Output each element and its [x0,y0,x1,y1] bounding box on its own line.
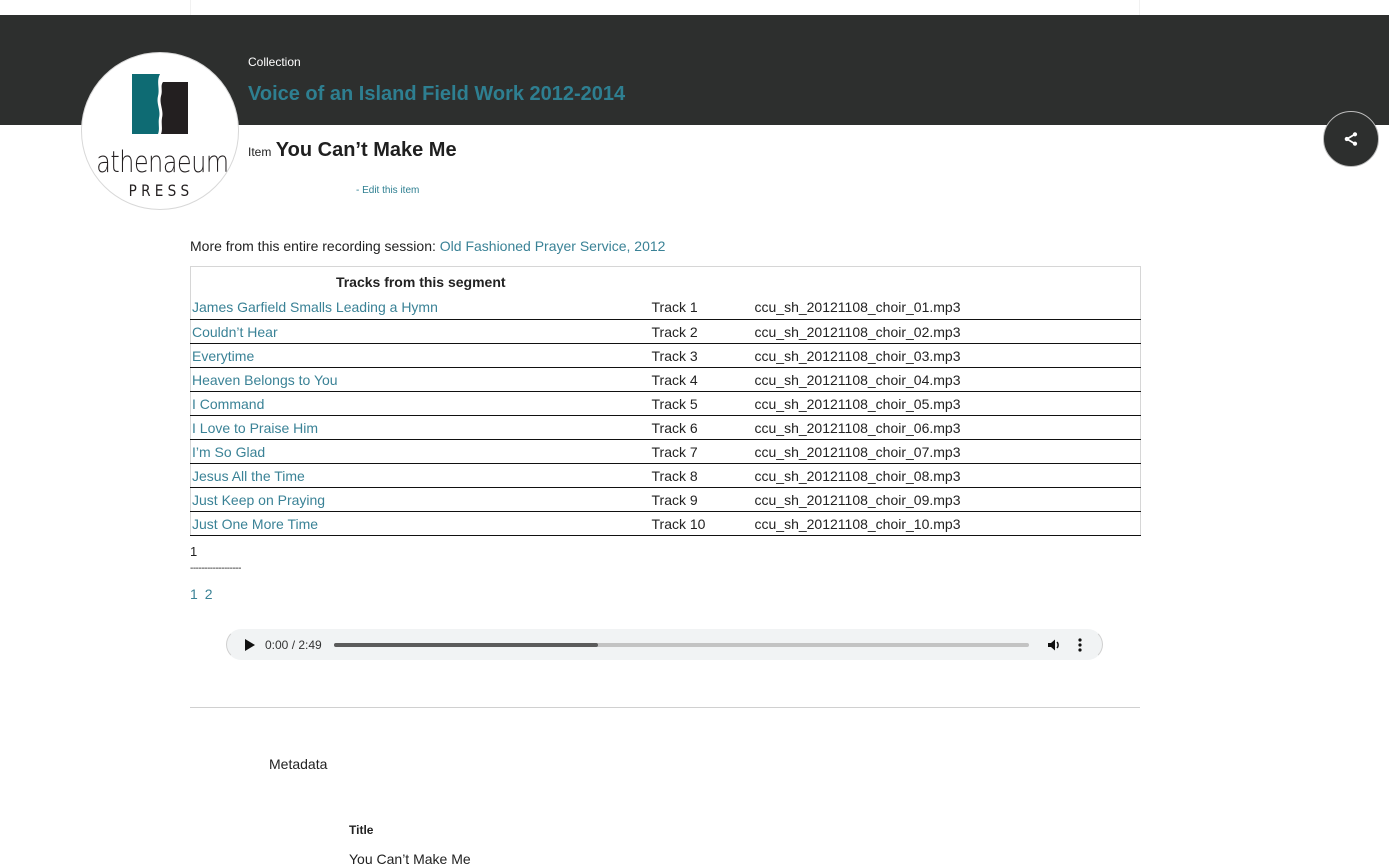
track-title-cell: I Love to Praise Him [190,415,651,440]
track-title-link[interactable]: Everytime [192,348,254,364]
track-row: Just One More Time Track 10 ccu_sh_2012110… [190,511,1141,536]
track-filename: ccu_sh_20121108_choir_07.mp3 [753,439,1141,464]
more-vert-icon[interactable] [1077,637,1083,653]
track-title-cell: I Command [190,391,651,416]
track-row: James Garfield Smalls Leading a Hymn Trac… [190,295,1141,320]
logo-mark-icon [132,74,188,134]
play-icon[interactable] [245,639,255,651]
track-number: Track 1 [650,295,754,320]
metadata-heading: Metadata [269,756,328,772]
page-link-2[interactable]: 2 [205,586,213,602]
track-number: Track 6 [650,415,754,440]
section-divider [190,707,1140,708]
track-title-cell: Jesus All the Time [190,463,651,488]
track-number: Track 2 [650,319,754,344]
track-row: Jesus All the Time Track 8 ccu_sh_20121108… [190,463,1141,488]
metadata-title-label: Title [349,823,374,837]
track-title-cell: Heaven Belongs to You [190,367,651,392]
session-link[interactable]: Old Fashioned Prayer Service, 2012 [440,238,666,254]
edit-item-link[interactable]: - Edit this item [356,185,419,196]
top-strip-container [190,0,1140,15]
track-number: Track 10 [650,511,754,536]
track-title-link[interactable]: Jesus All the Time [192,468,305,484]
header-spacer [651,267,754,296]
track-number: Track 4 [650,367,754,392]
track-title-link[interactable]: I’m So Glad [192,444,265,460]
tracks-table: Tracks from this segment James Garfield … [190,266,1141,536]
share-button[interactable] [1323,111,1379,167]
page-separator: ------------------ [190,563,241,574]
session-label: More from this entire recording session: [190,238,436,254]
track-number: Track 8 [650,463,754,488]
athenaeum-press-logo[interactable]: athenaeum PRESS [81,52,239,210]
tracks-header-row: Tracks from this segment [191,267,1141,296]
track-filename: ccu_sh_20121108_choir_08.mp3 [753,463,1141,488]
top-strip [0,0,1389,15]
track-filename: ccu_sh_20121108_choir_09.mp3 [753,487,1141,512]
track-filename: ccu_sh_20121108_choir_10.mp3 [753,511,1141,536]
track-title-link[interactable]: I Command [192,396,264,412]
track-number: Track 7 [650,439,754,464]
audio-seek-bar[interactable] [334,643,1029,647]
tracks-heading: Tracks from this segment [335,274,506,291]
track-row: Heaven Belongs to You Track 4 ccu_sh_20121… [190,367,1141,392]
item-title: You Can’t Make Me [275,139,457,161]
track-row: I Command Track 5 ccu_sh_20121108_choir_05… [190,391,1141,416]
track-number: Track 9 [650,487,754,512]
item-heading: Item You Can’t Make Me [248,139,457,162]
track-filename: ccu_sh_20121108_choir_05.mp3 [753,391,1141,416]
track-filename: ccu_sh_20121108_choir_04.mp3 [753,367,1141,392]
track-filename: ccu_sh_20121108_choir_01.mp3 [753,295,1141,320]
track-filename: ccu_sh_20121108_choir_03.mp3 [753,343,1141,368]
audio-player: 0:00 / 2:49 [226,629,1103,660]
track-title-link[interactable]: I Love to Praise Him [192,420,318,436]
track-number: Track 5 [650,391,754,416]
track-title-link[interactable]: Heaven Belongs to You [192,372,338,388]
track-title-link[interactable]: Couldn’t Hear [192,324,278,340]
track-row: I’m So Glad Track 7 ccu_sh_20121108_choir_… [190,439,1141,464]
track-filename: ccu_sh_20121108_choir_06.mp3 [753,415,1141,440]
track-number: Track 3 [650,343,754,368]
track-title-link[interactable]: James Garfield Smalls Leading a Hymn [192,299,438,315]
audio-time: 0:00 / 2:49 [265,638,322,652]
track-title-cell: Couldn’t Hear [190,319,651,344]
share-icon [1344,132,1358,146]
track-title-cell: James Garfield Smalls Leading a Hymn [190,295,651,320]
audio-buffered [334,643,599,647]
track-title-cell: Everytime [190,343,651,368]
metadata-title-value: You Can’t Make Me [349,851,471,867]
track-title-link[interactable]: Just Keep on Praying [192,492,325,508]
header-spacer [754,267,1141,296]
collection-title-link[interactable]: Voice of an Island Field Work 2012-2014 [248,83,625,106]
track-filename: ccu_sh_20121108_choir_02.mp3 [753,319,1141,344]
collection-label: Collection [248,55,301,69]
pagination: 1 2 [190,586,215,602]
track-title-cell: I’m So Glad [190,439,651,464]
track-row: Everytime Track 3 ccu_sh_20121108_choir_03… [190,343,1141,368]
logo-press: PRESS [128,181,194,200]
volume-icon[interactable] [1046,637,1062,653]
track-title-link[interactable]: Just One More Time [192,516,318,532]
logo-word: athenaeum [96,145,229,179]
track-row: Just Keep on Praying Track 9 ccu_sh_201211… [190,487,1141,512]
session-line: More from this entire recording session:… [190,238,665,254]
track-row: I Love to Praise Him Track 6 ccu_sh_201211… [190,415,1141,440]
tracks-body: James Garfield Smalls Leading a Hymn Trac… [190,295,1141,536]
page-link-1[interactable]: 1 [190,586,198,602]
track-row: Couldn’t Hear Track 2 ccu_sh_20121108_choi… [190,319,1141,344]
item-label: Item [248,145,272,159]
track-title-cell: Just Keep on Praying [190,487,651,512]
track-title-cell: Just One More Time [190,511,651,536]
current-page: 1 [190,544,198,559]
